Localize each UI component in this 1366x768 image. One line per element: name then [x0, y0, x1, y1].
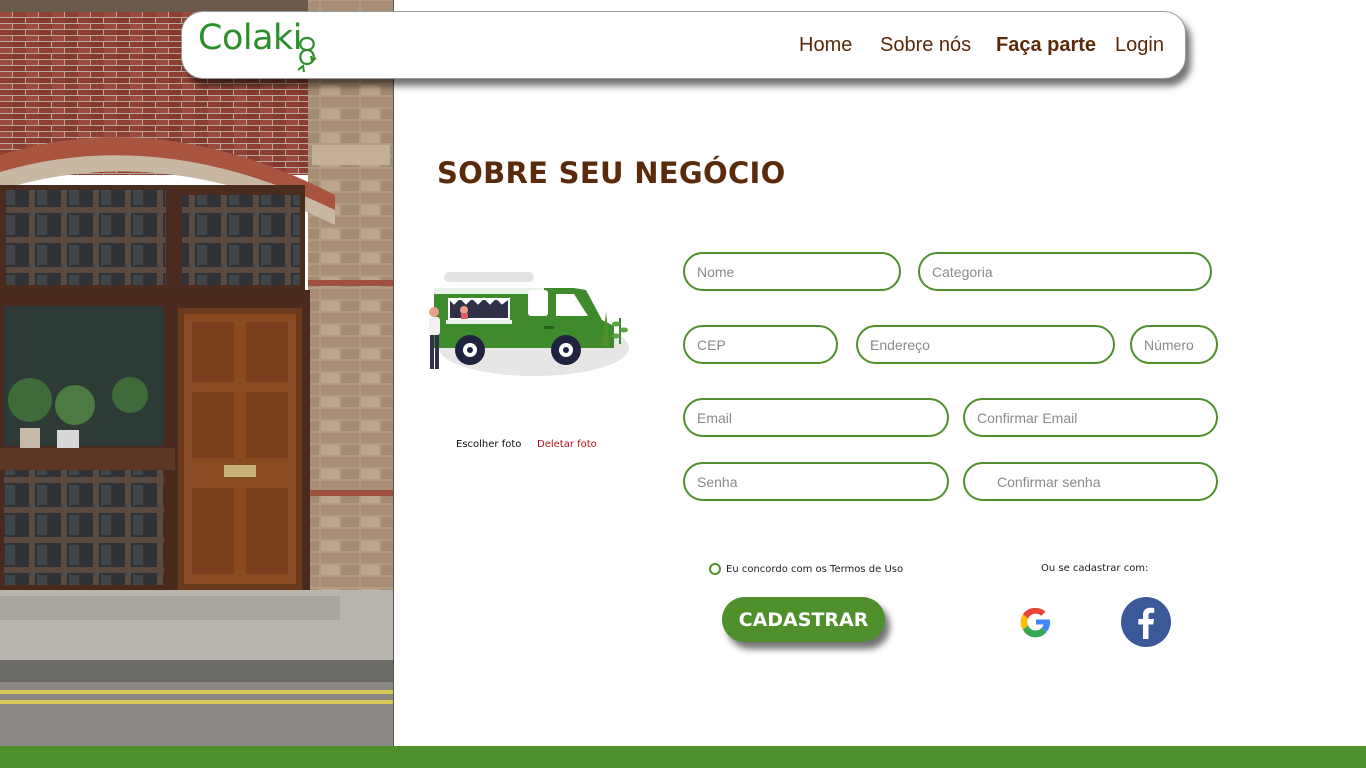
email-field[interactable]	[683, 398, 949, 437]
choose-photo-link[interactable]: Escolher foto	[456, 439, 521, 450]
logo-recycle-icon	[297, 36, 317, 73]
terms-agreement[interactable]: Eu concordo com os Termos de Uso	[709, 563, 903, 575]
page-title: SOBRE SEU NEGÓCIO	[437, 156, 786, 190]
terms-label: Eu concordo com os Termos de Uso	[726, 563, 904, 575]
alt-signup-label: Ou se cadastrar com:	[1041, 563, 1149, 574]
food-truck-illustration	[424, 268, 634, 380]
delete-photo-link[interactable]: Deletar foto	[537, 439, 597, 450]
google-icon	[1020, 607, 1051, 638]
cep-field[interactable]	[683, 325, 838, 364]
facebook-signup-button[interactable]	[1121, 597, 1171, 647]
terms-radio[interactable]	[709, 563, 721, 575]
logo-wordmark: Colaki	[198, 18, 303, 58]
storefront-photo	[0, 0, 394, 746]
nome-field[interactable]	[683, 252, 901, 291]
confirm-password-field[interactable]	[963, 462, 1218, 501]
nav-faca-parte[interactable]: Faça parte	[996, 34, 1096, 57]
categoria-field[interactable]	[918, 252, 1212, 291]
google-signup-button[interactable]	[1011, 597, 1061, 647]
cadastrar-button[interactable]: CADASTRAR	[722, 597, 885, 642]
facebook-icon	[1121, 597, 1171, 647]
nav-sobre-nos[interactable]: Sobre nós	[880, 34, 971, 57]
footer-bar	[0, 746, 1366, 768]
nav-login[interactable]: Login	[1115, 34, 1164, 57]
confirm-email-field[interactable]	[963, 398, 1218, 437]
numero-field[interactable]	[1130, 325, 1218, 364]
colaki-logo[interactable]: Colaki	[198, 18, 328, 76]
nav-home[interactable]: Home	[799, 34, 852, 57]
password-field[interactable]	[683, 462, 949, 501]
top-navbar: Colaki Home Sobre nós Faça parte Login	[181, 11, 1186, 79]
endereco-field[interactable]	[856, 325, 1115, 364]
